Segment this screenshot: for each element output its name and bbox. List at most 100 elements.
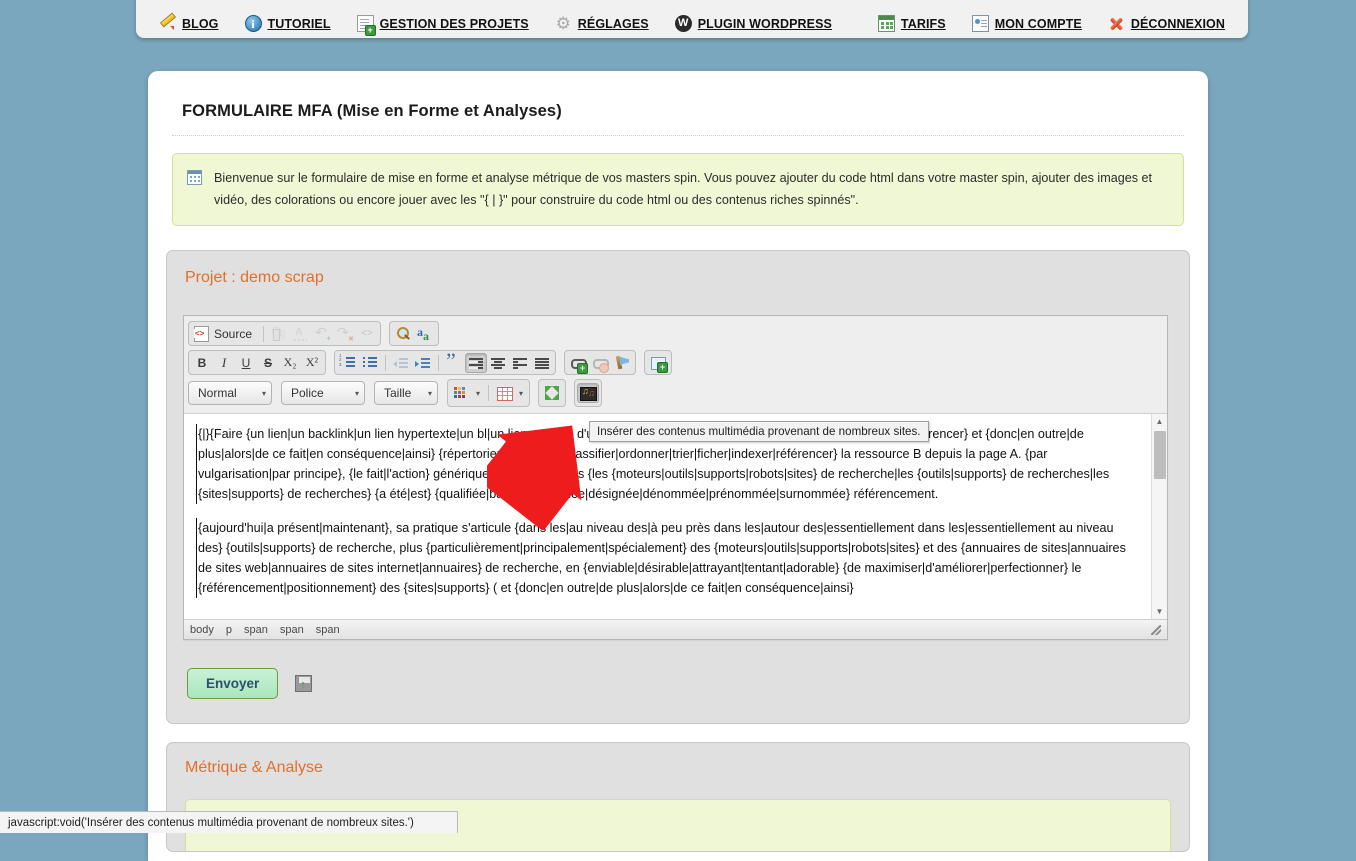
italic-icon: I: [222, 355, 226, 371]
nav-label: BLOG: [182, 17, 219, 31]
page-title: FORMULAIRE MFA (Mise en Forme et Analyse…: [182, 102, 1208, 121]
element-path-item[interactable]: span: [316, 624, 340, 636]
magnifier-icon: [394, 325, 412, 343]
numbered-list-button[interactable]: [337, 353, 359, 373]
element-path-item[interactable]: p: [226, 624, 232, 636]
nav-item-mon-compte[interactable]: MON COMPTE: [972, 15, 1082, 32]
chevron-down-icon: ▾: [262, 389, 266, 398]
source-button[interactable]: Source: [191, 323, 259, 344]
editor-content[interactable]: {|}{Faire {un lien|un backlink|un lien h…: [184, 414, 1151, 619]
insert-link-button[interactable]: [567, 353, 589, 373]
text-color-button[interactable]: [450, 383, 472, 403]
font-size-select[interactable]: Taille ▾: [374, 381, 438, 405]
toolbar-row-3: Normal ▾ Police ▾ Taille ▾ ▾: [188, 379, 1163, 407]
spellcheck-button[interactable]: [290, 324, 312, 344]
superscript-icon: X²: [306, 355, 318, 370]
show-blocks-button[interactable]: [356, 324, 378, 344]
table-button[interactable]: [493, 383, 515, 403]
anchor-flag-icon: [613, 354, 631, 372]
nav-label: TUTORIEL: [268, 17, 331, 31]
align-left-icon: [467, 354, 485, 372]
bold-button[interactable]: B: [191, 353, 213, 373]
search-button[interactable]: [392, 324, 414, 344]
editor-editable-area[interactable]: {|}{Faire {un lien|un backlink|un lien h…: [184, 414, 1167, 619]
undo-button[interactable]: [312, 324, 334, 344]
align-right-button[interactable]: [509, 353, 531, 373]
editor-vertical-scrollbar[interactable]: ▲ ▼: [1151, 414, 1167, 619]
unlink-button[interactable]: [589, 353, 611, 373]
element-path-item[interactable]: body: [190, 624, 214, 636]
pencil-icon: [159, 15, 176, 32]
align-center-icon: [489, 354, 507, 372]
table-arrow[interactable]: ▾: [515, 383, 527, 403]
id-card-icon: [972, 15, 989, 32]
align-left-button[interactable]: [465, 353, 487, 373]
indent-button[interactable]: [412, 353, 434, 373]
toolbar-group-paragraph: [334, 350, 556, 375]
nav-right-group: TARIFS MON COMPTE DÉCONNEXION: [865, 15, 1238, 32]
align-justify-icon: [533, 354, 551, 372]
underline-button[interactable]: U: [235, 353, 257, 373]
strikethrough-button[interactable]: S: [257, 353, 279, 373]
nav-item-gestion-des-projets[interactable]: GESTION DES PROJETS: [357, 15, 529, 32]
blockquote-button[interactable]: [443, 353, 465, 373]
submit-button[interactable]: Envoyer: [187, 668, 278, 699]
element-path-item[interactable]: span: [280, 624, 304, 636]
subscript-button[interactable]: X₂: [279, 353, 301, 373]
scrollbar-thumb[interactable]: [1154, 431, 1166, 479]
bulleted-list-button[interactable]: [359, 353, 381, 373]
scroll-down-arrow-icon[interactable]: ▼: [1152, 604, 1167, 619]
link-add-icon: [569, 354, 587, 372]
find-replace-button[interactable]: [268, 324, 290, 344]
info-panel-icon: [187, 170, 202, 185]
select-value: Police: [291, 386, 324, 400]
color-palette-icon: [452, 384, 470, 402]
element-path-item[interactable]: span: [244, 624, 268, 636]
anchor-button[interactable]: [611, 353, 633, 373]
insert-media-button[interactable]: [577, 383, 599, 403]
calendar-icon: [878, 15, 895, 32]
align-center-button[interactable]: [487, 353, 509, 373]
nav-item-tutoriel[interactable]: TUTORIEL: [245, 15, 331, 32]
abbr-aa-icon: [416, 325, 434, 343]
chevron-down-icon: ▾: [428, 389, 432, 398]
toolbar-group-links: [564, 350, 636, 375]
gear-icon: [555, 15, 572, 32]
outdent-icon: [392, 354, 410, 372]
chevron-down-icon: ▾: [355, 389, 359, 398]
select-value: Normal: [198, 386, 237, 400]
align-justify-button[interactable]: [531, 353, 553, 373]
font-family-select[interactable]: Police ▾: [281, 381, 365, 405]
metric-panel-title: Métrique & Analyse: [167, 743, 1189, 777]
toolbar-row-1: Source: [188, 321, 1163, 346]
superscript-button[interactable]: X²: [301, 353, 323, 373]
editor-paragraph-2[interactable]: {aujourd'hui|a présent|maintenant}, sa p…: [196, 518, 1137, 598]
outdent-button[interactable]: [390, 353, 412, 373]
underline-icon: U: [242, 356, 251, 370]
save-floppy-icon[interactable]: [295, 675, 312, 692]
info-icon: [245, 15, 262, 32]
text-color-arrow[interactable]: ▾: [472, 383, 484, 403]
maximize-button[interactable]: [541, 383, 563, 403]
nav-item-tarifs[interactable]: TARIFS: [878, 15, 946, 32]
toolbar-separator: [263, 326, 264, 342]
nav-item-deconnexion[interactable]: DÉCONNEXION: [1108, 15, 1225, 32]
spellcheck-icon: [292, 325, 310, 343]
nav-item-plugin-wordpress[interactable]: PLUGIN WORDPRESS: [675, 15, 832, 32]
nav-left-group: BLOG TUTORIEL GESTION DES PROJETS RÉGLAG…: [146, 15, 845, 32]
toolbar-separator: [385, 355, 386, 371]
abbreviation-button[interactable]: [414, 324, 436, 344]
toolbar-group-basicstyles: B I U S X₂ X²: [188, 350, 326, 375]
scroll-up-arrow-icon[interactable]: ▲: [1152, 414, 1167, 429]
browser-status-bar: javascript:void('Insérer des contenus mu…: [0, 811, 458, 833]
toolbar-separator: [438, 355, 439, 371]
nav-item-blog[interactable]: BLOG: [159, 15, 219, 32]
italic-button[interactable]: I: [213, 353, 235, 373]
toolbar-group-tools: [389, 321, 439, 346]
toolbar-group-document: Source: [188, 321, 381, 346]
paragraph-format-select[interactable]: Normal ▾: [188, 381, 272, 405]
insert-image-button[interactable]: [647, 353, 669, 373]
editor-resize-handle[interactable]: [1151, 625, 1161, 635]
redo-button[interactable]: [334, 324, 356, 344]
nav-item-reglages[interactable]: RÉGLAGES: [555, 15, 649, 32]
